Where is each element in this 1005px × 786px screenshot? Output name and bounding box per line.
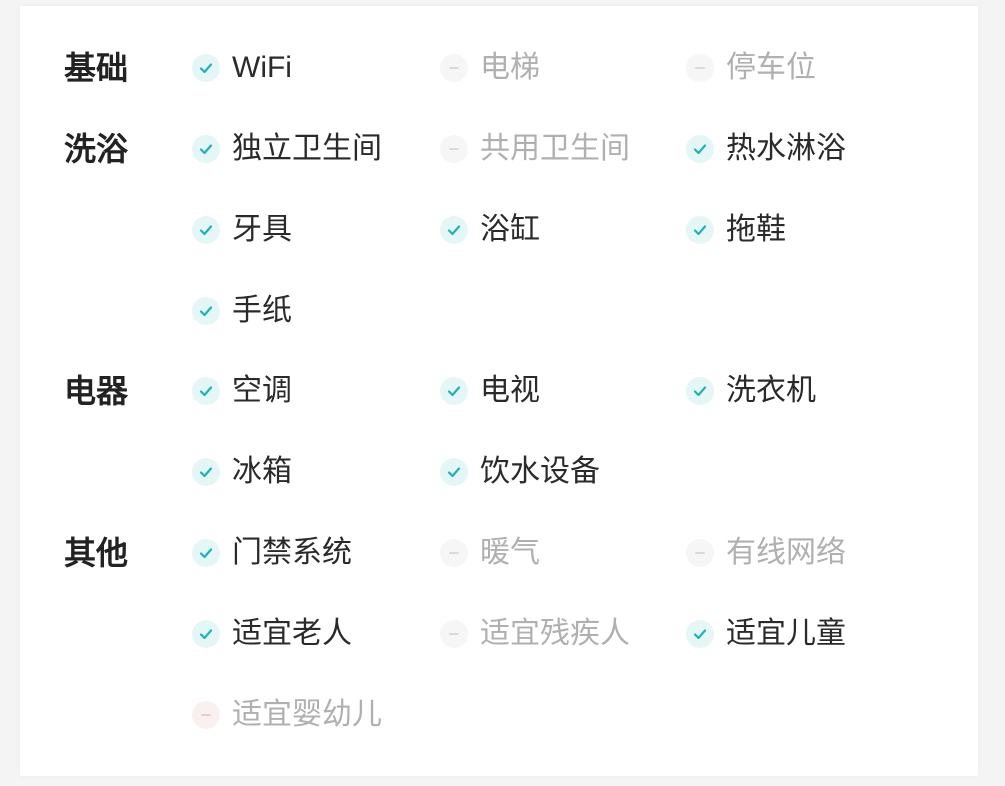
- section-label: 基础: [64, 50, 129, 86]
- amenity-item: 适宜儿童: [686, 614, 846, 654]
- amenity-label: 停车位: [726, 51, 816, 84]
- amenity-item: 饮水设备: [440, 452, 600, 492]
- dash-icon: [440, 539, 468, 567]
- amenity-label: 牙具: [232, 213, 292, 246]
- dash-icon: [440, 620, 468, 648]
- amenity-label: 电梯: [480, 51, 540, 84]
- amenity-item: 暖气: [440, 533, 540, 573]
- check-icon: [192, 377, 220, 405]
- check-icon: [686, 377, 714, 405]
- amenity-item: 热水淋浴: [686, 129, 846, 169]
- amenity-label: 暖气: [480, 536, 540, 569]
- amenity-label: 洗衣机: [726, 374, 816, 407]
- amenity-label: 浴缸: [480, 213, 540, 246]
- check-icon: [440, 458, 468, 486]
- check-icon: [192, 135, 220, 163]
- amenity-label: WiFi: [232, 51, 292, 84]
- amenity-item: 浴缸: [440, 210, 540, 250]
- amenity-item: 独立卫生间: [192, 129, 382, 169]
- amenity-label: 热水淋浴: [726, 132, 846, 165]
- check-icon: [686, 135, 714, 163]
- amenity-item: 电梯: [440, 48, 540, 88]
- check-icon: [686, 216, 714, 244]
- check-icon: [686, 620, 714, 648]
- check-icon: [192, 216, 220, 244]
- check-icon: [192, 620, 220, 648]
- amenity-item: 冰箱: [192, 452, 292, 492]
- check-icon: [440, 216, 468, 244]
- amenity-label: 饮水设备: [480, 455, 600, 488]
- dash-icon: [440, 54, 468, 82]
- dash-icon: [686, 54, 714, 82]
- amenity-item: 适宜老人: [192, 614, 352, 654]
- amenity-item: WiFi: [192, 48, 292, 88]
- amenity-label: 电视: [480, 374, 540, 407]
- amenity-label: 手纸: [232, 294, 292, 327]
- amenity-item: 适宜婴幼儿: [192, 695, 382, 735]
- amenity-label: 冰箱: [232, 455, 292, 488]
- amenity-label: 门禁系统: [232, 536, 352, 569]
- amenity-label: 独立卫生间: [232, 132, 382, 165]
- amenity-item: 门禁系统: [192, 533, 352, 573]
- amenity-label: 空调: [232, 374, 292, 407]
- amenity-item: 适宜残疾人: [440, 614, 630, 654]
- dash-icon: [686, 539, 714, 567]
- amenity-label: 拖鞋: [726, 213, 786, 246]
- amenity-label: 适宜老人: [232, 617, 352, 650]
- amenity-item: 电视: [440, 371, 540, 411]
- amenity-item: 手纸: [192, 291, 292, 331]
- check-icon: [192, 297, 220, 325]
- amenity-item: 有线网络: [686, 533, 846, 573]
- dash-icon: [440, 135, 468, 163]
- dash-icon: [192, 701, 220, 729]
- section-label: 电器: [64, 373, 129, 409]
- check-icon: [192, 539, 220, 567]
- section-label: 洗浴: [64, 131, 129, 167]
- check-icon: [192, 54, 220, 82]
- amenities-card: 基础 WiFi 电梯 停车位 洗浴 独立卫生间 共用卫生间 热水淋浴 牙具 浴缸…: [20, 6, 978, 776]
- amenity-item: 洗衣机: [686, 371, 816, 411]
- amenity-label: 适宜婴幼儿: [232, 698, 382, 731]
- amenity-item: 牙具: [192, 210, 292, 250]
- amenity-label: 适宜残疾人: [480, 617, 630, 650]
- amenity-label: 适宜儿童: [726, 617, 846, 650]
- section-label: 其他: [64, 535, 129, 571]
- amenity-item: 共用卫生间: [440, 129, 630, 169]
- check-icon: [440, 377, 468, 405]
- amenity-label: 共用卫生间: [480, 132, 630, 165]
- amenity-label: 有线网络: [726, 536, 846, 569]
- amenity-item: 拖鞋: [686, 210, 786, 250]
- check-icon: [192, 458, 220, 486]
- amenity-item: 空调: [192, 371, 292, 411]
- amenity-item: 停车位: [686, 48, 816, 88]
